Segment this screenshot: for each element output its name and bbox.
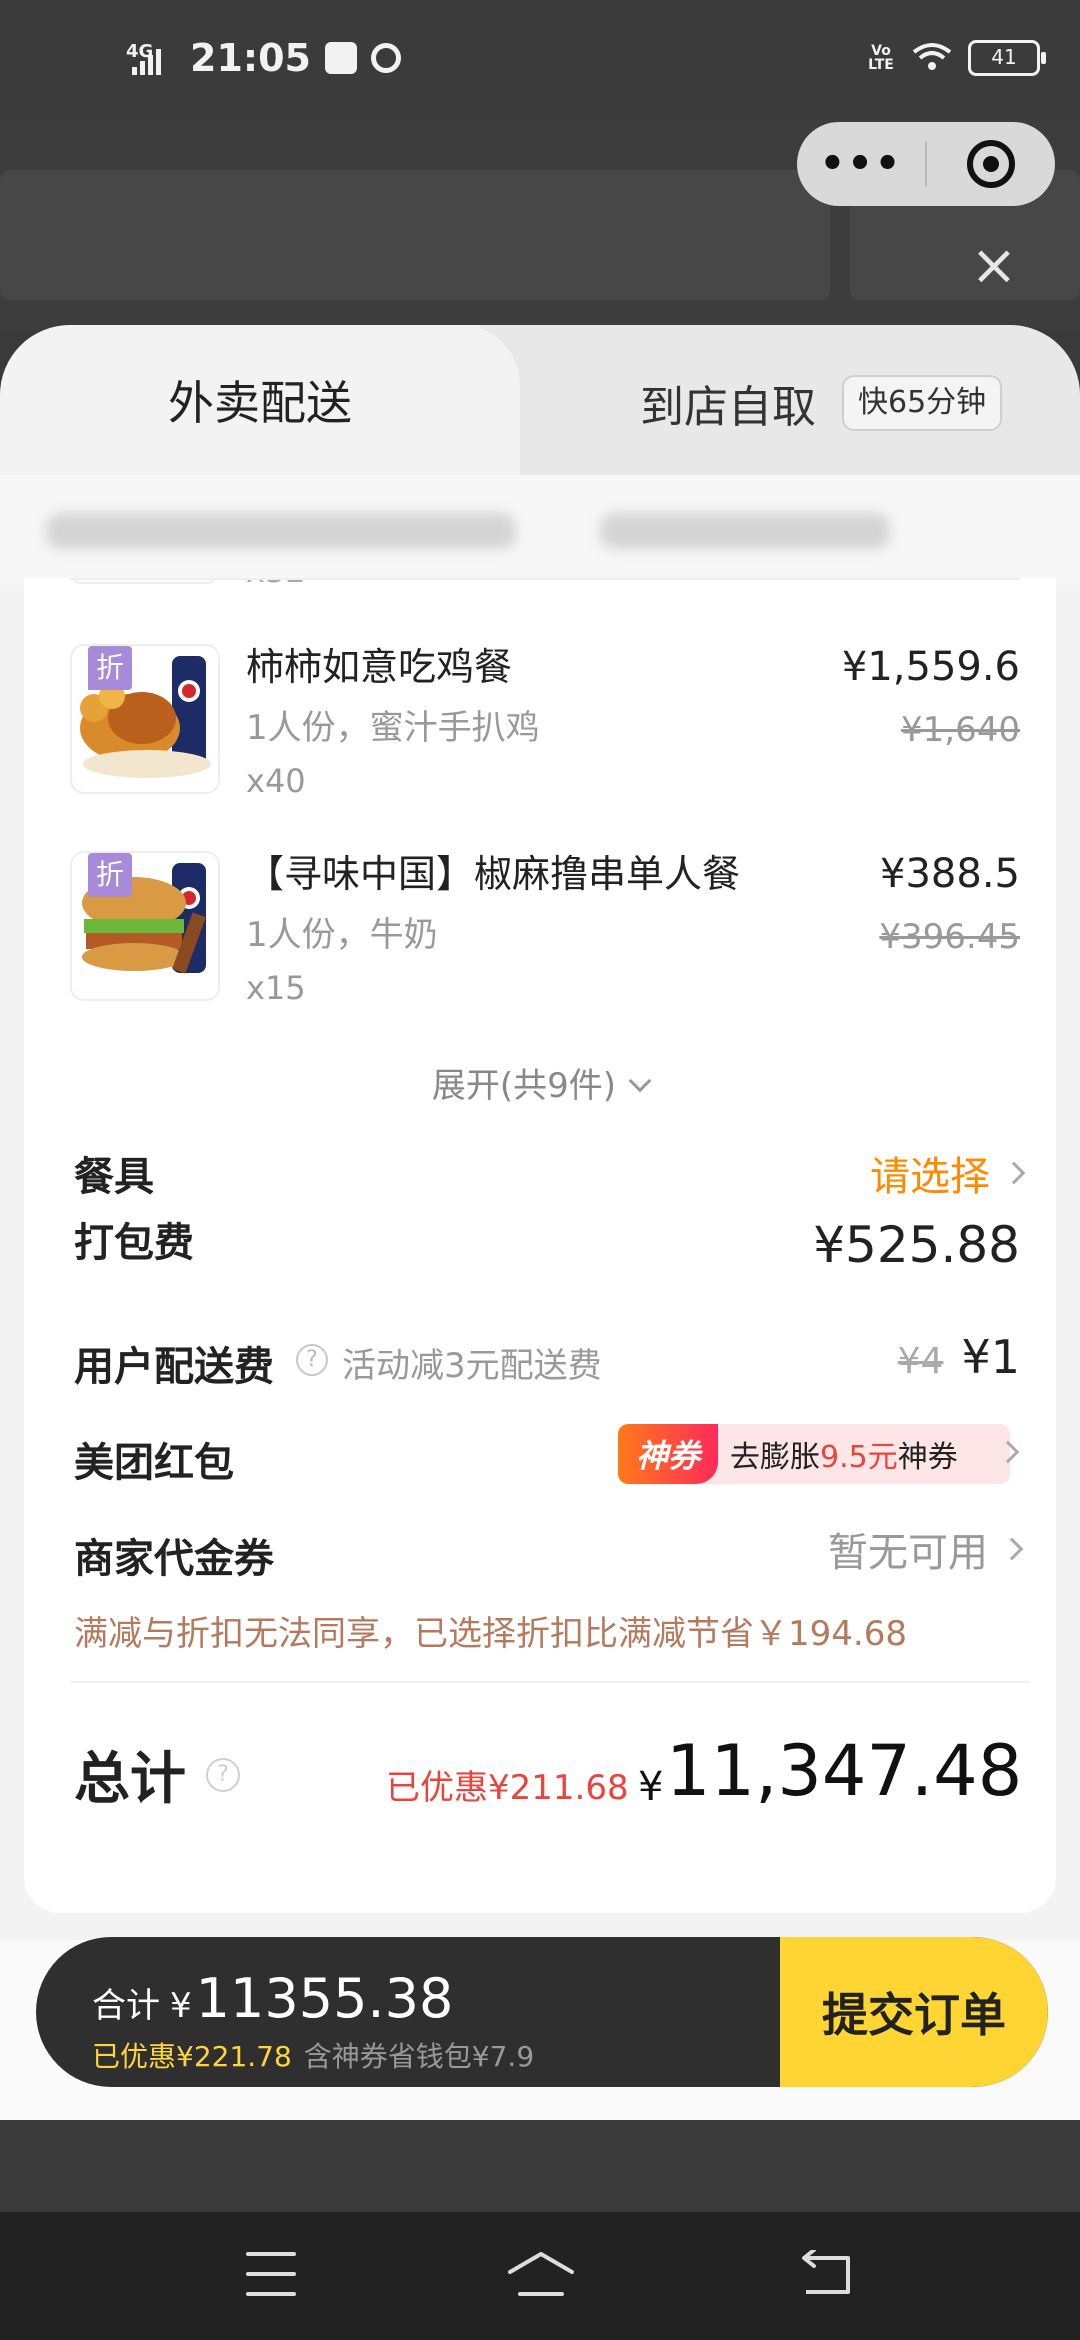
voucher-select[interactable]: 暂无可用 xyxy=(828,1520,1024,1578)
divider xyxy=(70,1681,1030,1683)
home-icon[interactable] xyxy=(506,2250,576,2300)
close-icon[interactable]: × xyxy=(968,238,1020,294)
target-icon xyxy=(967,140,1015,188)
total-value: 11,347.48 xyxy=(666,1730,1023,1812)
packing-fee-label: 打包费 xyxy=(74,1220,194,1266)
clock: 21:05 xyxy=(190,36,311,80)
menu-icon[interactable] xyxy=(246,2252,296,2296)
tab-delivery[interactable]: 外卖配送 xyxy=(0,325,520,475)
voucher-value: 暂无可用 xyxy=(828,1530,988,1576)
chevron-right-icon xyxy=(1000,1537,1024,1561)
total-currency: ¥ xyxy=(638,1764,664,1810)
sum-currency: ¥ xyxy=(170,1986,192,2026)
chevron-down-icon xyxy=(628,1069,652,1093)
tableware-label: 餐具 xyxy=(74,1154,154,1200)
expand-items-button[interactable]: 展开(共9件) xyxy=(24,1058,1056,1107)
tableware-value: 请选择 xyxy=(870,1154,990,1200)
packing-fee-value: ¥525.88 xyxy=(813,1216,1020,1274)
back-icon[interactable] xyxy=(796,2250,856,2300)
tab-pickup[interactable]: 到店自取 xyxy=(640,371,816,435)
status-right: Vo LTE 41 xyxy=(866,40,1046,76)
discount-badge: 折 xyxy=(88,853,132,897)
list-item[interactable]: 折 【寻味中国】椒麻撸串单人餐 1人份，牛奶 x15 ¥388.5 ¥396.4… xyxy=(24,851,1056,1031)
coupon-badge: 神券 xyxy=(618,1424,718,1484)
sum-wallet: 含神券省钱包¥7.9 xyxy=(303,2040,535,2073)
wifi-icon xyxy=(912,43,952,70)
miniprogram-capsule: ••• xyxy=(797,122,1055,206)
item-original-price: ¥1,640 xyxy=(901,710,1020,750)
red-packet-amount: 9.5元 xyxy=(820,1440,898,1475)
delivery-fee-label: 用户配送费 xyxy=(74,1344,274,1390)
item-original-price: ¥396.45 xyxy=(879,917,1020,957)
item-image: 折 xyxy=(70,851,220,1001)
sum-discount-row: 已优惠¥221.78 含神券省钱包¥7.9 xyxy=(92,2035,534,2075)
red-packet-text-post: 神券 xyxy=(897,1440,958,1475)
chevron-right-icon xyxy=(1002,1161,1026,1185)
item-price: ¥388.5 xyxy=(880,851,1020,897)
discount-note: 满减与折扣无法同享，已选择折扣比满减节省￥194.68 xyxy=(74,1614,907,1654)
discount-badge: 折 xyxy=(88,646,132,690)
close-miniprogram-button[interactable] xyxy=(927,140,1055,188)
expand-label: 展开(共9件) xyxy=(431,1066,617,1106)
item-desc: 1人份，牛奶 xyxy=(246,915,438,955)
status-bar: 4G 21:05 Vo LTE 41 xyxy=(0,0,1080,120)
phone-blurred xyxy=(600,513,890,549)
list-item[interactable]: 折 柿柿如意吃鸡餐 1人份，蜜汁手扒鸡 x40 ¥1,559.6 ¥1,640 xyxy=(24,644,1056,824)
total-discount: 已优惠¥211.68 xyxy=(386,1768,629,1808)
total-label: 总计 xyxy=(74,1747,186,1812)
delivery-fee-value: ¥1 xyxy=(961,1330,1020,1384)
system-nav-bar xyxy=(0,2212,1080,2340)
checkout-bar: 合计 ¥ 11355.38 已优惠¥221.78 含神券省钱包¥7.9 提交订单 xyxy=(36,1937,1048,2087)
red-packet-label: 美团红包 xyxy=(74,1440,234,1486)
red-packet-text-pre: 去膨胀 xyxy=(730,1440,820,1475)
address-bar[interactable] xyxy=(0,475,1080,585)
delivery-fee-prices: ¥4 ¥1 xyxy=(898,1330,1020,1384)
divider xyxy=(70,578,1020,580)
delivery-fee-original: ¥4 xyxy=(897,1341,944,1382)
order-sheet: 外卖配送 到店自取 快65分钟 x32 折 柿柿如意吃鸡餐 xyxy=(0,325,1080,2120)
signal-icon: 4G xyxy=(126,41,170,75)
sum-row: 合计 ¥ 11355.38 xyxy=(92,1967,453,2030)
voucher-label: 商家代金券 xyxy=(74,1536,274,1582)
sync-icon xyxy=(370,43,401,73)
red-packet-select[interactable]: 神券 去膨胀 9.5元 神券 xyxy=(618,1424,1010,1484)
help-icon[interactable]: ? xyxy=(206,1758,240,1792)
item-image: 折 xyxy=(70,644,220,794)
item-name: 【寻味中国】椒麻撸串单人餐 xyxy=(246,852,741,896)
help-icon[interactable]: ? xyxy=(296,1344,328,1376)
sum-discount: 已优惠¥221.78 xyxy=(92,2040,292,2073)
item-name: 柿柿如意吃鸡餐 xyxy=(246,645,513,689)
more-icon[interactable]: ••• xyxy=(797,141,925,187)
tableware-select[interactable]: 请选择 xyxy=(870,1144,1026,1202)
sum-label: 合计 xyxy=(92,1986,160,2026)
pickup-time-badge: 快65分钟 xyxy=(842,375,1003,431)
status-left: 4G 21:05 xyxy=(126,36,401,80)
battery-icon: 41 xyxy=(968,40,1046,76)
tab-delivery-label: 外卖配送 xyxy=(168,376,352,430)
address-blurred xyxy=(46,513,516,549)
volte-icon: Vo LTE xyxy=(868,43,894,73)
notification-icon xyxy=(324,42,357,74)
delivery-fee-promo: 活动减3元配送费 xyxy=(342,1346,602,1386)
order-card: x32 折 柿柿如意吃鸡餐 1人份，蜜汁手扒鸡 x40 ¥1,559.6 ¥1,… xyxy=(24,578,1056,1913)
item-desc: 1人份，蜜汁手扒鸡 xyxy=(246,708,540,748)
submit-order-button[interactable]: 提交订单 xyxy=(780,1937,1048,2087)
item-qty: x15 xyxy=(246,969,306,1007)
item-price: ¥1,559.6 xyxy=(841,644,1020,690)
item-qty: x40 xyxy=(246,762,306,800)
sum-value: 11355.38 xyxy=(195,1967,454,2030)
